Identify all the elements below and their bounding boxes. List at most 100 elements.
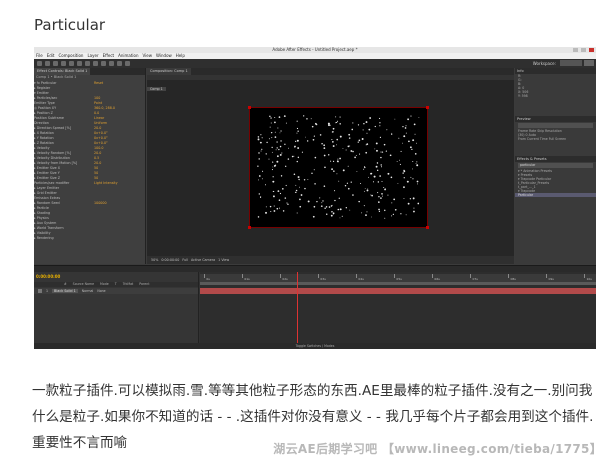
effects-tree-item[interactable]: Particular xyxy=(515,193,596,197)
camera-tool-icon[interactable] xyxy=(69,61,74,66)
property-value[interactable]: 100.0 xyxy=(94,146,103,150)
property-value[interactable]: 20.0 xyxy=(94,126,101,130)
text-tool-icon[interactable] xyxy=(101,61,106,66)
comp-footer-control[interactable]: Full xyxy=(182,258,188,262)
layer-parent[interactable]: None xyxy=(97,289,105,293)
particle-dot xyxy=(349,145,351,147)
pan-behind-tool-icon[interactable] xyxy=(77,61,82,66)
layer-row[interactable]: 1 Black Solid 1 Normal None xyxy=(34,288,198,294)
work-area-bar[interactable] xyxy=(200,282,596,285)
particle-dot xyxy=(296,139,299,142)
particle-dot xyxy=(271,137,273,139)
tab-composition[interactable]: Composition: Comp 1 xyxy=(147,68,191,75)
particle-dot xyxy=(265,206,267,208)
property-value[interactable]: 0.5 xyxy=(94,156,99,160)
particle-dot xyxy=(375,165,378,168)
particle-dot xyxy=(331,210,333,213)
layer-name[interactable]: Black Solid 1 xyxy=(52,289,78,293)
effects-search-input[interactable]: particular xyxy=(518,163,593,168)
hand-tool-icon[interactable] xyxy=(45,61,50,66)
clone-tool-icon[interactable] xyxy=(117,61,122,66)
particle-dot xyxy=(378,196,380,198)
particle-dot xyxy=(383,186,385,188)
particle-dot xyxy=(260,134,262,136)
particle-dot xyxy=(390,176,393,179)
property-value[interactable]: 20.0 xyxy=(94,151,101,155)
handle-icon[interactable] xyxy=(248,106,251,109)
property-value[interactable]: Light Intensity xyxy=(94,181,118,185)
particle-dot xyxy=(381,180,383,182)
property-label: ▸ Velocity Random [%] xyxy=(34,150,72,155)
particle-dot xyxy=(307,178,309,180)
rotate-tool-icon[interactable] xyxy=(61,61,66,66)
composition-canvas[interactable] xyxy=(248,106,429,229)
particle-dot xyxy=(320,205,323,207)
close-icon[interactable] xyxy=(589,48,594,52)
particle-dot xyxy=(324,207,326,209)
current-timecode[interactable]: 0:00:00:00 xyxy=(36,274,60,279)
visibility-eye-icon[interactable] xyxy=(38,289,42,293)
property-value[interactable]: Reset xyxy=(94,81,103,85)
brush-tool-icon[interactable] xyxy=(109,61,114,66)
property-value[interactable]: 50 xyxy=(94,171,98,175)
particle-dot xyxy=(409,198,412,200)
property-value[interactable]: 0x+0.0° xyxy=(94,141,108,145)
comp-footer-control[interactable]: 1 View xyxy=(218,258,229,262)
comp-footer-control[interactable]: 0:00:00:00 xyxy=(161,258,179,262)
handle-icon[interactable] xyxy=(426,226,429,229)
property-value[interactable]: 360.0, 288.0 xyxy=(94,106,115,110)
property-value[interactable]: 0.0 xyxy=(94,111,99,115)
property-value[interactable]: 0x+0.0° xyxy=(94,131,108,135)
particle-dot xyxy=(345,207,347,209)
particle-dot xyxy=(404,127,407,129)
particle-dot xyxy=(345,149,347,151)
property-value[interactable]: Point xyxy=(94,101,102,105)
tab-comp-1[interactable]: Comp 1 xyxy=(147,87,166,91)
pen-tool-icon[interactable] xyxy=(93,61,98,66)
particle-dot xyxy=(379,136,382,139)
search-help-field[interactable] xyxy=(584,60,594,66)
handle-icon[interactable] xyxy=(248,226,251,229)
property-value[interactable]: 50 xyxy=(94,176,98,180)
preview-title[interactable]: Preview xyxy=(515,116,596,122)
minimize-icon[interactable] xyxy=(573,48,578,52)
preview-option[interactable]: From Current Time Full Screen xyxy=(515,137,596,141)
particle-dot xyxy=(310,118,312,120)
handle-icon[interactable] xyxy=(426,106,429,109)
info-readout[interactable]: Y: 598 xyxy=(515,94,596,98)
particle-dot xyxy=(332,131,334,133)
particle-dot xyxy=(270,117,272,119)
maximize-icon[interactable] xyxy=(581,48,586,52)
property-value[interactable]: 50 xyxy=(94,166,98,170)
comp-footer-control[interactable]: Active Camera xyxy=(191,258,215,262)
property-value[interactable]: Linear xyxy=(94,116,104,120)
property-value[interactable]: 100 xyxy=(94,96,100,100)
particle-dot xyxy=(257,165,259,167)
mask-tool-icon[interactable] xyxy=(85,61,90,66)
particle-dot xyxy=(366,189,369,192)
workspace-dropdown[interactable] xyxy=(560,60,582,66)
tab-effect-controls[interactable]: Effect Controls: Black Solid 1 xyxy=(34,68,91,75)
effects-presets-title[interactable]: Effects & Presets xyxy=(515,156,596,162)
property-value[interactable]: 100000 xyxy=(94,201,107,205)
window-controls[interactable] xyxy=(573,48,594,52)
zoom-tool-icon[interactable] xyxy=(53,61,58,66)
property-value[interactable]: 20.0 xyxy=(94,161,101,165)
layer-duration-bar[interactable] xyxy=(200,288,596,294)
property-value[interactable]: Uniform xyxy=(94,121,107,125)
particle-dot xyxy=(335,116,337,118)
effect-property-row[interactable]: ▸ Rendering xyxy=(34,235,145,240)
eraser-tool-icon[interactable] xyxy=(125,61,130,66)
particle-dot xyxy=(296,212,298,214)
comp-footer-control[interactable]: 50% xyxy=(151,258,158,262)
particle-field xyxy=(257,115,420,219)
layer-mode[interactable]: Normal xyxy=(82,289,94,293)
current-time-indicator[interactable] xyxy=(297,272,298,349)
selection-tool-icon[interactable] xyxy=(37,61,42,66)
time-ruler[interactable]: 0s 01s 02s 03s 04s 05s 06s 07s 08s 09s 10s xyxy=(200,274,596,282)
toggle-switches-modes[interactable]: Toggle Switches / Modes xyxy=(34,343,596,349)
property-label: ▸ Emitter Size X xyxy=(34,165,61,170)
ruler-label: 01s xyxy=(244,277,250,281)
preview-controls[interactable] xyxy=(518,123,593,128)
property-value[interactable]: 0x+0.0° xyxy=(94,136,108,140)
